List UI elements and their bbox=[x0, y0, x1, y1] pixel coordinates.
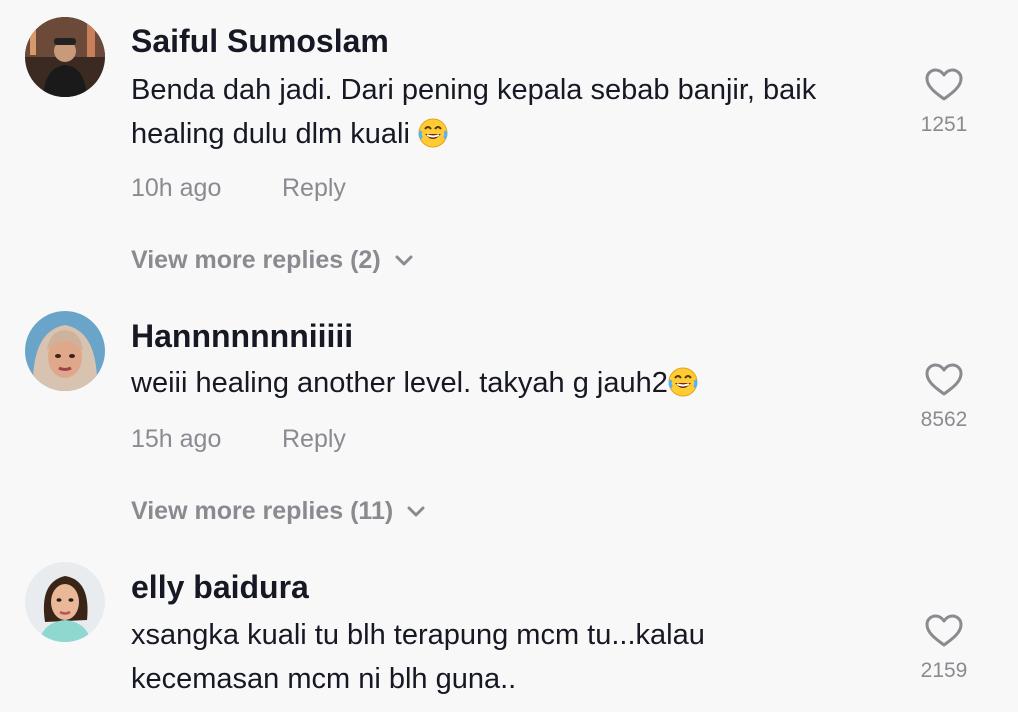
reply-button[interactable]: Reply bbox=[282, 425, 346, 453]
comment-text: weiii healing another level. takyah g ja… bbox=[131, 361, 901, 405]
comment-text: Benda dah jadi. Dari pening kepala sebab… bbox=[131, 68, 901, 156]
avatar[interactable] bbox=[25, 562, 105, 642]
comment-timestamp: 10h ago bbox=[131, 174, 222, 202]
laughing-emoji-icon bbox=[668, 367, 698, 397]
view-more-replies-button[interactable]: View more replies (2) bbox=[131, 245, 413, 275]
avatar[interactable] bbox=[25, 311, 105, 391]
comment-text-content: xsangka kuali tu blh terapung mcm tu...k… bbox=[131, 619, 705, 695]
like-count: 1251 bbox=[920, 113, 968, 136]
comment-text-content: weiii healing another level. takyah g ja… bbox=[131, 367, 668, 399]
heart-outline-icon[interactable] bbox=[925, 614, 963, 648]
view-more-replies-label: View more replies (11) bbox=[131, 497, 394, 525]
comment-username[interactable]: elly baidura bbox=[131, 568, 309, 606]
comment-username[interactable]: Saiful Sumoslam bbox=[131, 22, 389, 60]
reply-button[interactable]: Reply bbox=[282, 174, 346, 202]
like-control: 8562 bbox=[904, 363, 984, 433]
chevron-down-icon bbox=[395, 255, 413, 266]
comment-timestamp: 15h ago bbox=[131, 425, 222, 453]
view-more-replies-button[interactable]: View more replies (11) bbox=[131, 496, 425, 526]
comment-text-content: Benda dah jadi. Dari pening kepala sebab… bbox=[131, 74, 817, 150]
comment-username[interactable]: Hannnnnnniiiii bbox=[131, 317, 353, 355]
heart-outline-icon[interactable] bbox=[925, 68, 963, 102]
like-count: 8562 bbox=[920, 408, 968, 431]
comment-text: xsangka kuali tu blh terapung mcm tu...k… bbox=[131, 613, 901, 701]
chevron-down-icon bbox=[407, 506, 425, 517]
like-control: 2159 bbox=[904, 614, 984, 684]
laughing-emoji-icon bbox=[418, 118, 448, 148]
comment-meta: 10h ago Reply bbox=[131, 173, 346, 203]
view-more-replies-label: View more replies (2) bbox=[131, 246, 381, 274]
like-count: 2159 bbox=[920, 659, 968, 682]
avatar[interactable] bbox=[25, 17, 105, 97]
heart-outline-icon[interactable] bbox=[925, 363, 963, 397]
comment-meta: 15h ago Reply bbox=[131, 424, 346, 454]
like-control: 1251 bbox=[904, 68, 984, 138]
